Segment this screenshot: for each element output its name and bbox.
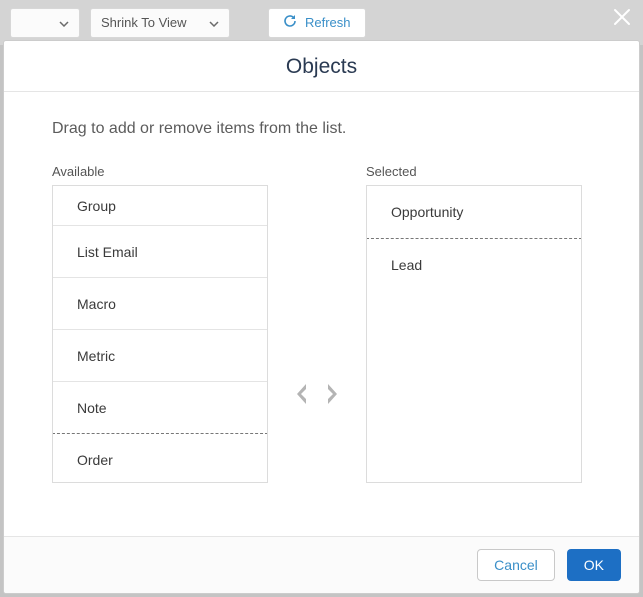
ok-button-label: OK: [584, 557, 604, 573]
bg-refresh-label: Refresh: [305, 15, 351, 30]
refresh-icon: [283, 14, 297, 31]
available-item-order[interactable]: Order: [52, 433, 268, 483]
available-item-list-email[interactable]: List Email: [53, 226, 267, 278]
bg-refresh-button: Refresh: [268, 8, 366, 38]
available-item-note[interactable]: Note: [53, 382, 267, 434]
list-item-label: Metric: [77, 348, 115, 364]
available-column: Available Group List Email Macro Metric: [52, 164, 268, 483]
cancel-button-label: Cancel: [494, 557, 538, 573]
objects-modal: Objects Drag to add or remove items from…: [3, 40, 640, 594]
chevron-left-icon: [292, 381, 312, 407]
list-item-label: Macro: [77, 296, 116, 312]
selected-listbox[interactable]: Opportunity Lead: [366, 185, 582, 483]
chevron-down-icon: [59, 15, 69, 30]
list-item-label: Order: [77, 452, 113, 468]
available-item-metric[interactable]: Metric: [53, 330, 267, 382]
close-button[interactable]: [611, 6, 633, 33]
available-label: Available: [52, 164, 268, 179]
modal-title: Objects: [4, 55, 639, 79]
modal-instruction: Drag to add or remove items from the lis…: [52, 120, 591, 138]
cancel-button[interactable]: Cancel: [477, 549, 555, 581]
bg-dropdown-shrink: Shrink To View: [90, 8, 230, 38]
selected-item-lead[interactable]: Lead: [367, 239, 581, 291]
list-item-label: Note: [77, 400, 107, 416]
selected-column: Selected Opportunity Lead: [366, 164, 582, 483]
chevron-down-icon: [209, 15, 219, 30]
close-icon: [611, 15, 633, 32]
available-listbox[interactable]: Group List Email Macro Metric Note: [52, 185, 268, 483]
move-left-button[interactable]: [292, 381, 312, 407]
bg-dropdown-shrink-label: Shrink To View: [101, 15, 187, 30]
dual-listbox: Available Group List Email Macro Metric: [52, 164, 591, 483]
bg-dropdown-1: [10, 8, 80, 38]
modal-footer: Cancel OK: [4, 536, 639, 593]
chevron-right-icon: [322, 381, 342, 407]
modal-body: Drag to add or remove items from the lis…: [4, 92, 639, 536]
transfer-arrows: [268, 164, 366, 483]
available-item-group[interactable]: Group: [53, 186, 267, 226]
selected-item-opportunity[interactable]: Opportunity: [366, 185, 582, 239]
available-item-macro[interactable]: Macro: [53, 278, 267, 330]
ok-button[interactable]: OK: [567, 549, 621, 581]
selected-label: Selected: [366, 164, 582, 179]
list-item-label: Opportunity: [391, 204, 463, 220]
list-item-label: Lead: [391, 257, 422, 273]
list-item-label: List Email: [77, 244, 138, 260]
modal-header: Objects: [4, 41, 639, 92]
move-right-button[interactable]: [322, 381, 342, 407]
list-item-label: Group: [77, 198, 116, 214]
background-toolbar: Shrink To View Refresh: [0, 0, 643, 45]
